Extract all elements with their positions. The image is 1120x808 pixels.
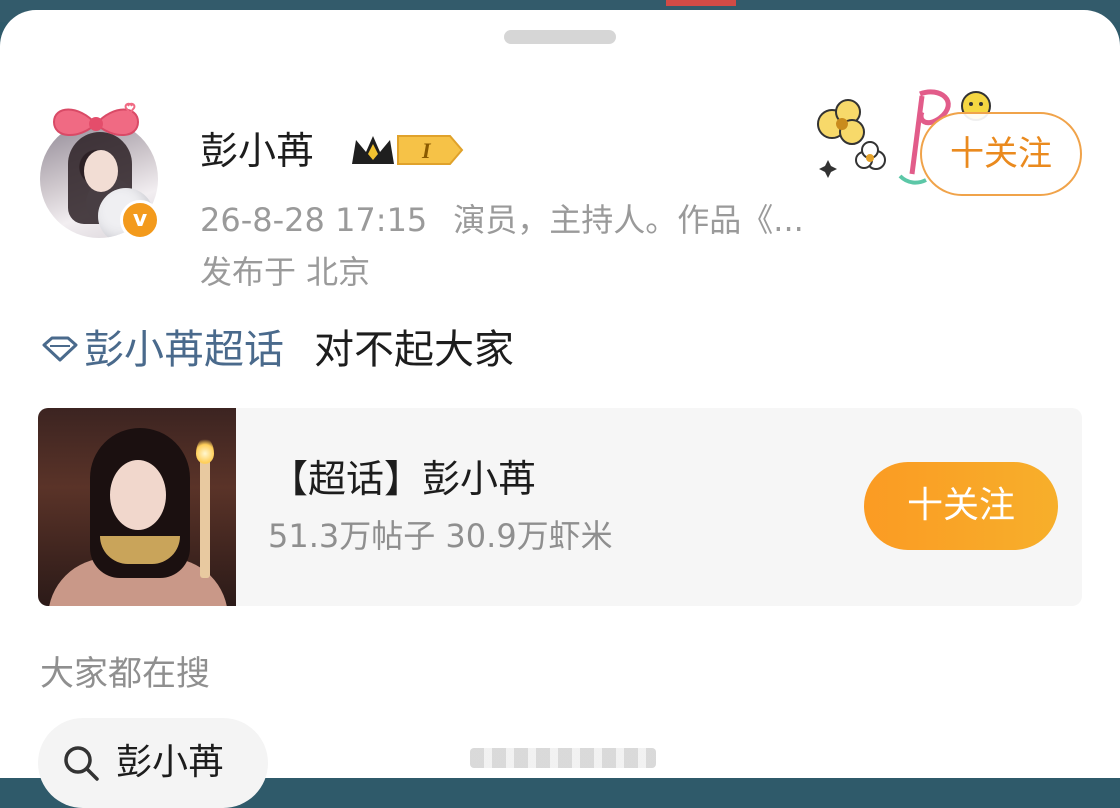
author-bio: 演员，主持人。作品《...: [453, 201, 804, 239]
crown-icon: [352, 136, 394, 164]
sheet-drag-handle[interactable]: [504, 30, 616, 44]
post-meta: 26-8-28 17:15 演员，主持人。作品《...: [200, 200, 804, 240]
post-text: 对不起大家: [314, 327, 514, 373]
bottom-sheet: v 彭小苒 I 26-8-28 17:15 演员，主持人。作品《... 发布于 北…: [0, 10, 1120, 808]
status-accent: [666, 0, 736, 6]
supertopic-card[interactable]: 【超话】彭小苒 51.3万帖子 30.9万虾米 十关注: [38, 408, 1082, 606]
supertopic-link[interactable]: 彭小苒超话: [40, 327, 284, 373]
supertopic-title: 【超话】彭小苒: [270, 457, 537, 501]
avatar-face: [84, 150, 118, 192]
supertopic-stats: 51.3万帖子 30.9万虾米: [268, 517, 613, 555]
trending-section-title: 大家都在搜: [40, 654, 210, 694]
verified-icon: v: [120, 200, 160, 240]
cover-face: [110, 460, 166, 530]
flower-small-icon: [855, 141, 886, 170]
flower-icon: [817, 99, 865, 145]
supertopic-link-label: 彭小苒超话: [84, 327, 284, 373]
author-name[interactable]: 彭小苒: [200, 128, 314, 174]
post-location: 发布于 北京: [200, 253, 371, 291]
diamond-icon: [42, 336, 78, 362]
search-chip-label: 彭小苒: [116, 742, 225, 783]
trending-search-chip[interactable]: 彭小苒: [38, 718, 268, 808]
follow-supertopic-button[interactable]: 十关注: [864, 462, 1058, 550]
supertopic-cover-image: [38, 408, 236, 606]
level-label: I: [421, 138, 432, 163]
cover-candle: [200, 458, 210, 578]
cover-flame: [196, 438, 214, 464]
bow-icon: [52, 102, 140, 137]
obscured-text: [470, 748, 656, 768]
post-time: 26-8-28 17:15: [200, 201, 428, 239]
search-icon: [64, 746, 99, 781]
level-badge-icon: I: [397, 135, 464, 165]
follow-author-button[interactable]: 十关注: [920, 112, 1082, 196]
post-content: 彭小苒超话 对不起大家: [40, 324, 514, 376]
